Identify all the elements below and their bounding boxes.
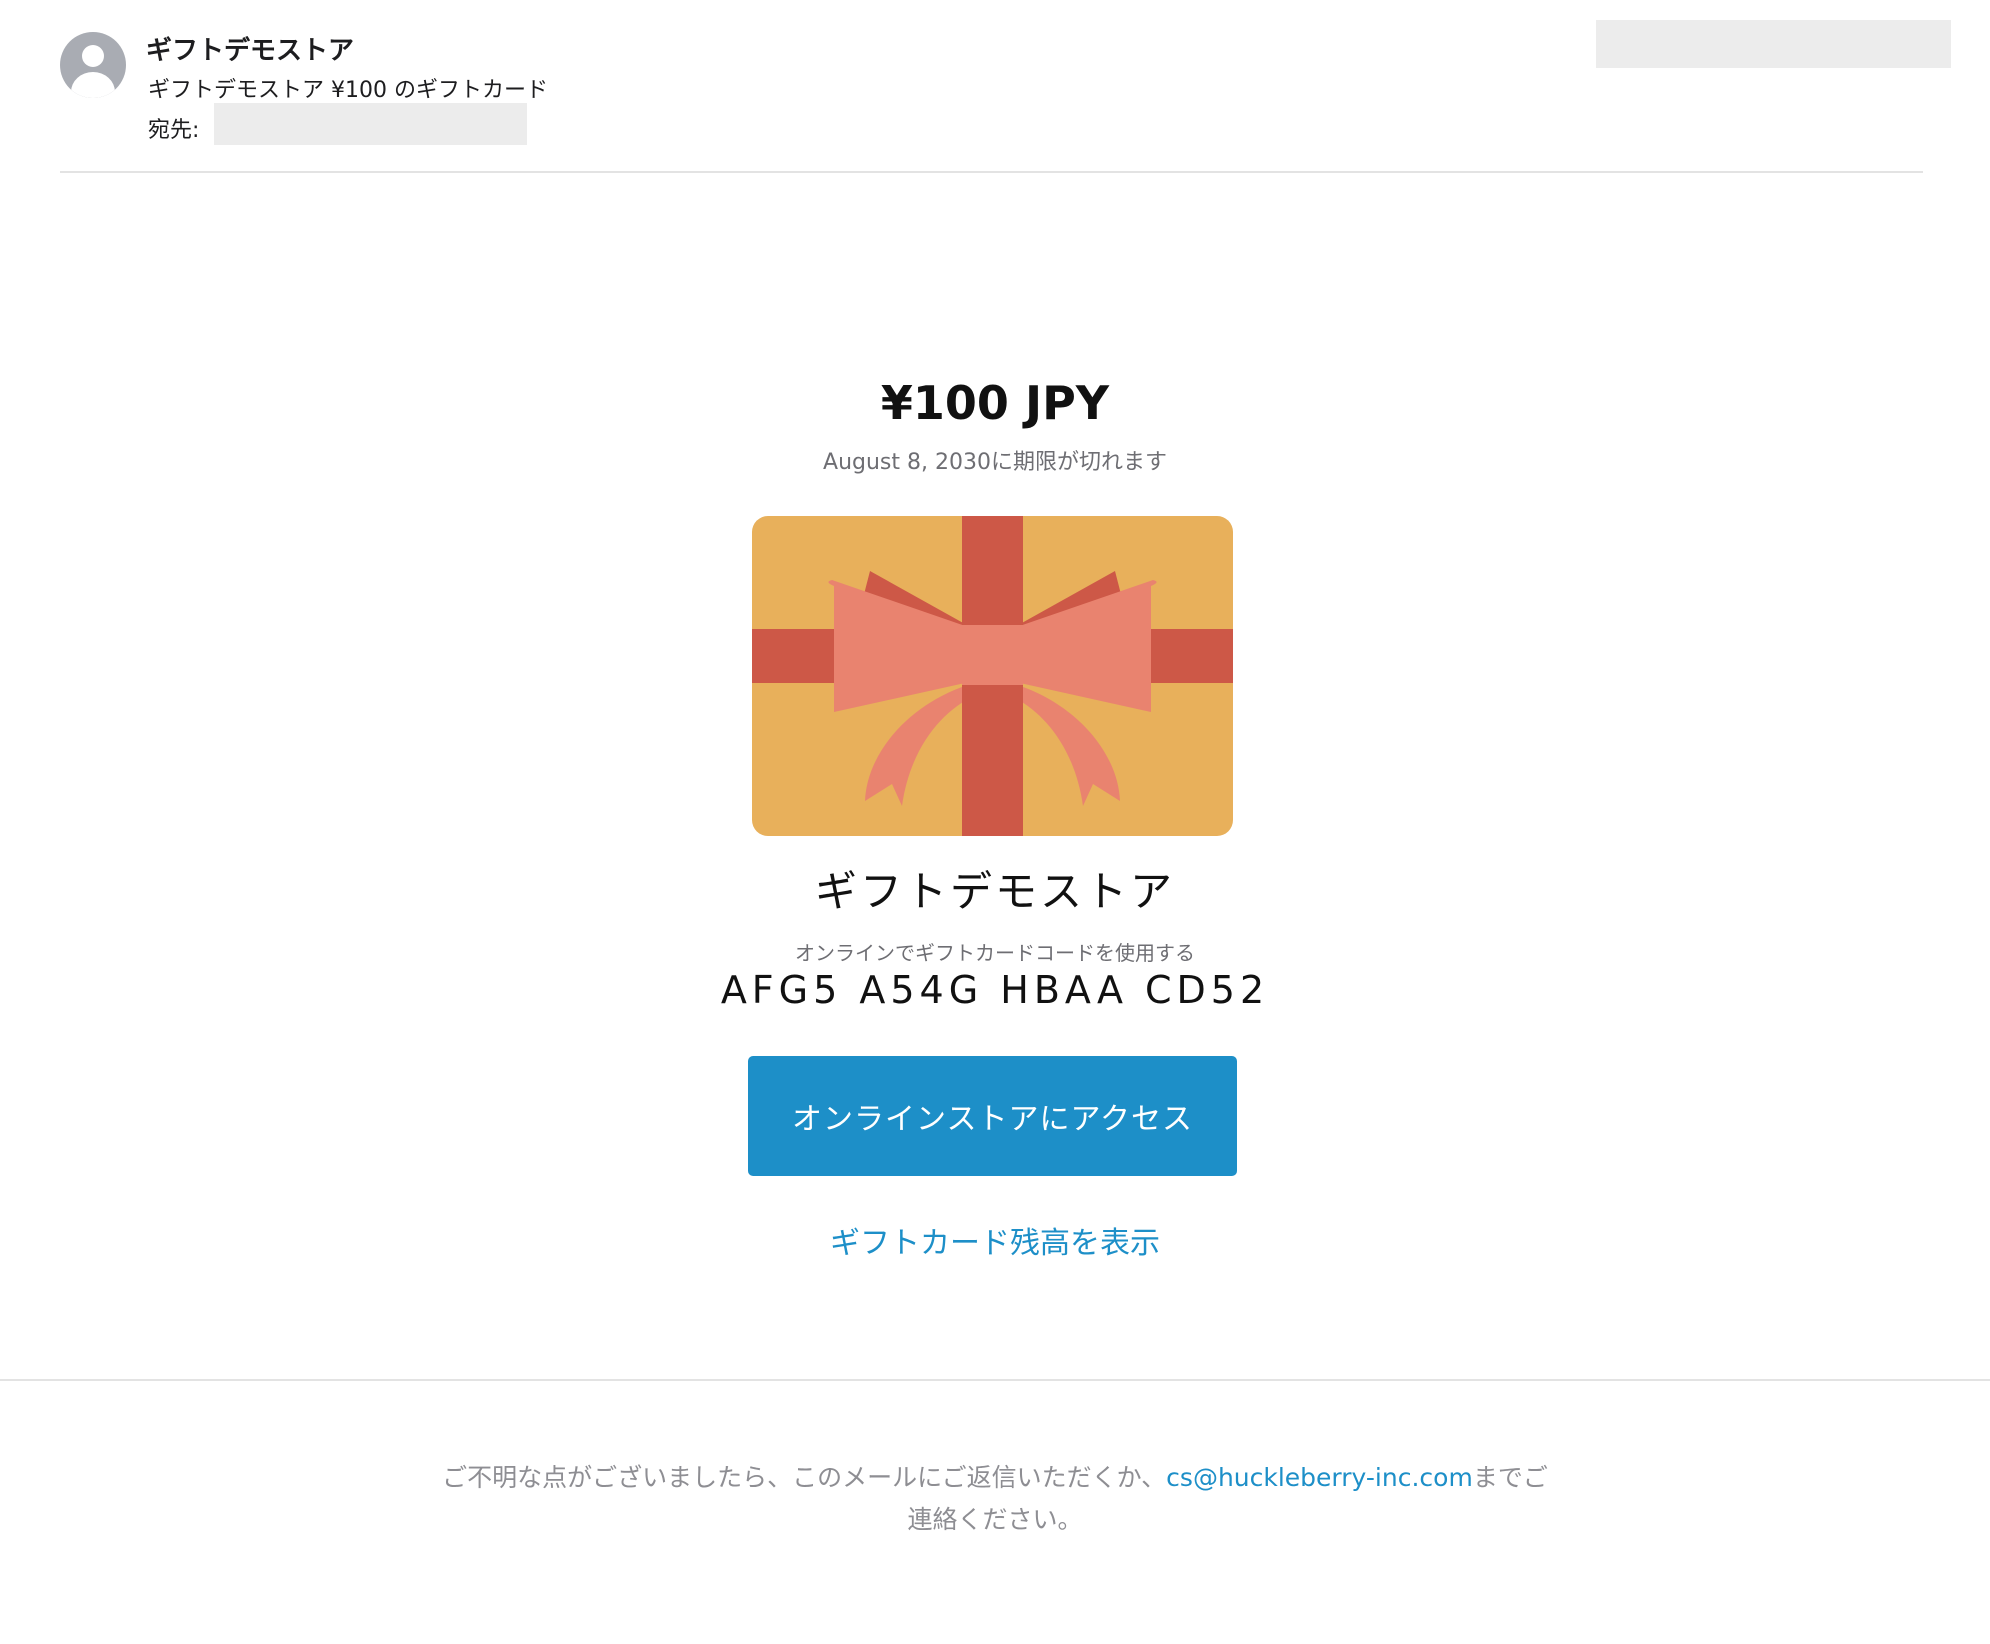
gift-card-image	[752, 516, 1233, 836]
date-redacted	[1596, 20, 1951, 68]
footer-help-text: ご不明な点がございましたら、このメールにご返信いただくか、cs@hucklebe…	[430, 1457, 1560, 1541]
gift-card-code: AFG5 A54G HBAA CD52	[720, 968, 1270, 1012]
expiry-date: August 8, 2030に期限が切れます	[823, 450, 1167, 475]
footer-text-before: ご不明な点がございましたら、このメールにご返信いただくか、	[442, 1463, 1167, 1492]
bow-knot	[962, 625, 1023, 685]
footer-divider	[0, 1379, 1990, 1381]
gift-amount: ¥100 JPY	[880, 376, 1110, 430]
email-view: ギフトデモストア ギフトデモストア ¥100 のギフトカード 宛先: ¥100 …	[0, 0, 1990, 1644]
recipient-redacted	[214, 103, 527, 145]
view-balance-link[interactable]: ギフトカード残高を表示	[0, 1218, 1990, 1262]
support-email-link[interactable]: cs@huckleberry-inc.com	[1166, 1463, 1473, 1492]
sender-avatar-icon	[60, 32, 126, 98]
store-name: ギフトデモストア	[814, 867, 1175, 916]
sender-name: ギフトデモストア	[146, 36, 355, 66]
code-label: オンラインでギフトカードコードを使用する	[795, 941, 1195, 965]
header-divider	[60, 171, 1923, 173]
email-subject: ギフトデモストア ¥100 のギフトカード	[148, 78, 548, 103]
visit-store-button[interactable]: オンラインストアにアクセス	[748, 1056, 1237, 1176]
recipient-label: 宛先:	[148, 118, 200, 143]
